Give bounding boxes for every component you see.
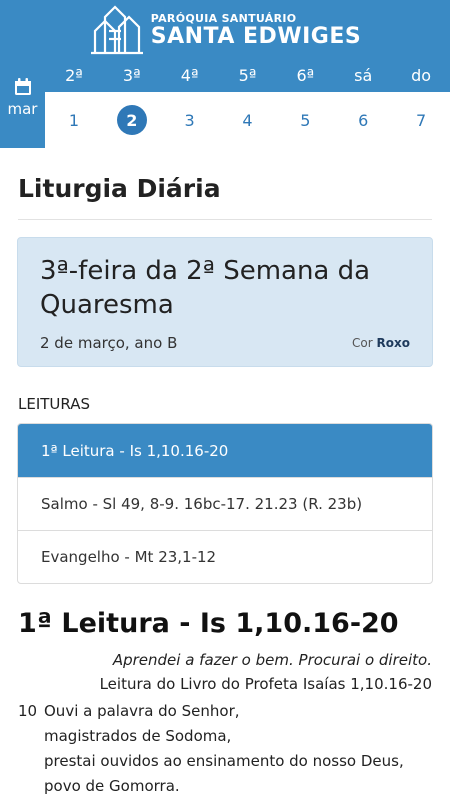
week-calendar: mar 2ª 3ª 4ª 5ª 6ª sá do 1 2 3 4 5 6 7	[0, 60, 450, 148]
app-header: PARÓQUIA SANTUÁRIO SANTA EDWIGES	[0, 0, 450, 60]
logo-subtitle: PARÓQUIA SANTUÁRIO	[150, 11, 297, 25]
day-number: 5	[300, 110, 311, 130]
day-button[interactable]: 5	[276, 92, 334, 148]
color-value: Roxo	[376, 336, 410, 350]
page-title: Liturgia Diária	[18, 174, 432, 220]
reading-item-first[interactable]: 1ª Leitura - Is 1,10.16-20	[18, 424, 432, 477]
reading-title: 1ª Leitura - Is 1,10.16-20	[18, 608, 399, 639]
weekday-label: 3ª	[122, 66, 141, 85]
calendar-icon	[14, 78, 31, 95]
verse-line: magistrados de Sodoma,	[44, 727, 232, 745]
verse-line: povo de Gomorra.	[44, 777, 180, 795]
day-button[interactable]: 4	[219, 92, 277, 148]
day-button[interactable]: 3	[161, 92, 219, 148]
verse-number: 10	[18, 702, 38, 720]
weekday-label: do	[411, 66, 432, 85]
day-button[interactable]: 6	[334, 92, 392, 148]
day-button[interactable]: 7	[392, 92, 450, 148]
liturgical-color: Cor Roxo	[352, 336, 410, 350]
weekday-label: 5ª	[238, 66, 257, 85]
weekday-row: 2ª 3ª 4ª 5ª 6ª sá do	[45, 60, 450, 92]
liturgical-day-card: 3ª-feira da 2ª Semana da Quaresma 2 de m…	[17, 237, 433, 367]
day-number: 6	[358, 110, 369, 130]
month-label: mar	[7, 100, 38, 118]
verse-line: Ouvi a palavra do Senhor,	[44, 702, 240, 720]
day-number: 4	[242, 110, 253, 130]
weekday-label: 2ª	[65, 66, 83, 85]
logo-title: SANTA EDWIGES	[150, 23, 362, 49]
liturgical-date: 2 de março, ano B	[40, 334, 178, 352]
weekday-label: 4ª	[180, 66, 199, 85]
month-selector[interactable]: mar	[0, 60, 45, 148]
parish-logo[interactable]: PARÓQUIA SANTUÁRIO SANTA EDWIGES	[89, 3, 361, 57]
readings-list: 1ª Leitura - Is 1,10.16-20 Salmo - Sl 49…	[17, 423, 433, 584]
reading-quote: Aprendei a fazer o bem. Procurai o direi…	[112, 651, 432, 669]
readings-heading: LEITURAS	[18, 395, 90, 413]
day-number: 1	[68, 110, 80, 130]
reading-item-psalm[interactable]: Salmo - Sl 49, 8-9. 16bc-17. 21.23 (R. 2…	[18, 477, 432, 530]
weekday-label: 6ª	[296, 66, 315, 85]
verse-text: Ouvi a palavra do Senhor, magistrados de…	[44, 699, 404, 799]
verse-line: prestai ouvidos ao ensinamento do nosso …	[44, 752, 404, 770]
day-button-selected[interactable]: 2	[103, 92, 161, 148]
weekday-label: sá	[354, 66, 373, 85]
reading-item-gospel[interactable]: Evangelho - Mt 23,1-12	[18, 530, 432, 583]
day-number-row: 1 2 3 4 5 6 7	[45, 92, 450, 148]
day-number: 2	[116, 105, 147, 135]
color-label: Cor	[352, 336, 373, 350]
day-button[interactable]: 1	[45, 92, 103, 148]
day-number: 7	[415, 110, 427, 130]
verse: 10 Ouvi a palavra do Senhor, magistrados…	[18, 699, 432, 799]
reading-source: Leitura do Livro do Profeta Isaías 1,10.…	[99, 675, 432, 693]
day-number: 3	[184, 110, 195, 130]
church-logo-icon	[90, 5, 143, 55]
liturgical-day-title: 3ª-feira da 2ª Semana da Quaresma	[40, 256, 371, 320]
